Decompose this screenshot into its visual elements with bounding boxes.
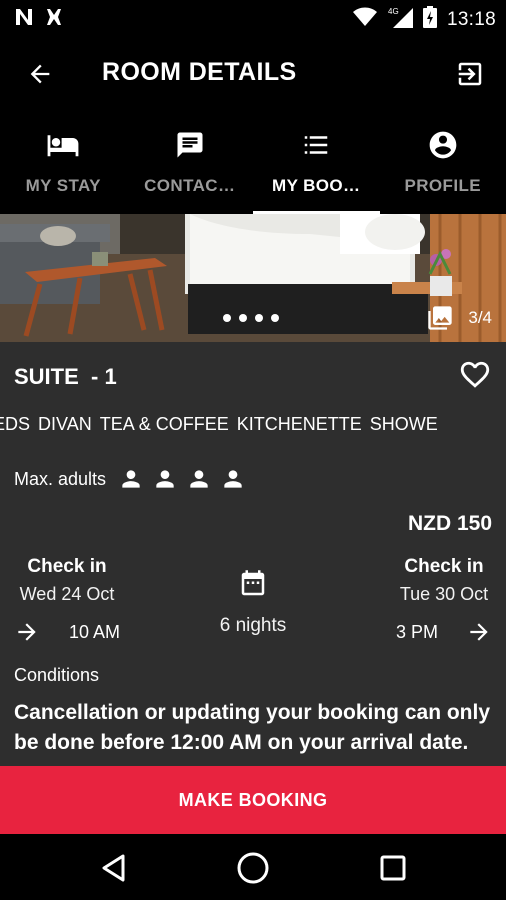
- conditions-text: Cancellation or updating your booking ca…: [14, 701, 491, 754]
- tab-contact[interactable]: CONTAC…: [127, 112, 254, 214]
- page-dot: [223, 314, 231, 322]
- room-price: NZD 150: [407, 512, 492, 535]
- notification-n-icon: [14, 7, 34, 32]
- arrow-forward-icon: [470, 623, 488, 641]
- list-icon: [305, 136, 328, 154]
- page-title: ROOM DETAILS: [102, 58, 297, 86]
- checkout-date: Tue 30 Oct: [399, 584, 489, 604]
- nav-recents-button[interactable]: [373, 850, 413, 886]
- notification-flag-icon: [44, 7, 64, 32]
- person-icon: [156, 470, 174, 488]
- room-photo-gallery[interactable]: 3/4: [0, 214, 506, 342]
- person-icon: [190, 470, 208, 488]
- checkin-block: Check in Wed 24 Oct 10 AM: [14, 556, 120, 645]
- chat-icon: [177, 132, 203, 158]
- page-dot: [255, 314, 263, 322]
- heart-outline-icon: [460, 361, 490, 388]
- exit-icon: [458, 62, 482, 86]
- checkout-title: Check in: [404, 556, 484, 577]
- bed-icon: [47, 135, 79, 157]
- wifi-icon: [352, 7, 377, 32]
- checkin-title: Check in: [27, 556, 107, 577]
- tab-label: MY STAY: [25, 176, 101, 195]
- person-icon: [122, 470, 140, 488]
- logout-button[interactable]: [452, 56, 488, 92]
- tab-profile[interactable]: PROFILE: [380, 112, 506, 214]
- tab-my-stay[interactable]: MY STAY: [0, 112, 127, 214]
- person-icon: [224, 470, 242, 488]
- gallery-pagination-dots: [223, 314, 279, 322]
- conditions-label: Conditions: [14, 665, 100, 685]
- amenity-tag: DIVAN: [38, 414, 92, 434]
- max-adults-row: Max. adults: [14, 466, 246, 492]
- checkin-time: 10 AM: [68, 621, 120, 642]
- system-nav-bar: [0, 834, 506, 900]
- battery-icon: [422, 6, 437, 33]
- nights-block: 6 nights: [203, 568, 303, 637]
- status-bar: 4G 13:18: [0, 0, 506, 36]
- square-recents-icon: [380, 855, 406, 881]
- amenity-tag: SHOWE: [369, 414, 438, 434]
- network-type: 4G: [388, 7, 399, 16]
- favorite-button[interactable]: [458, 360, 492, 397]
- cell-signal-icon: 4G: [387, 6, 413, 33]
- checkin-date: Wed 24 Oct: [19, 584, 115, 604]
- tab-label: CONTAC…: [144, 176, 236, 195]
- gallery-counter: 3/4: [468, 308, 492, 327]
- arrow-back-icon: [30, 64, 50, 84]
- nav-home-button[interactable]: [233, 850, 273, 886]
- nights-count: 6 nights: [219, 615, 287, 636]
- back-button[interactable]: [20, 56, 60, 92]
- checkout-block: Check in Tue 30 Oct 3 PM: [396, 556, 492, 645]
- amenity-tag: KITCHENETTE: [236, 414, 362, 434]
- make-booking-button[interactable]: MAKE BOOKING: [0, 766, 506, 834]
- calendar-icon: [241, 570, 265, 596]
- room-name: SUITE - 1: [14, 364, 117, 389]
- max-adults-label: Max. adults: [14, 468, 107, 489]
- arrow-forward-icon: [18, 623, 36, 641]
- circle-home-icon: [237, 852, 269, 884]
- photo-library-icon: [428, 306, 453, 330]
- nav-back-button[interactable]: [94, 850, 134, 886]
- tab-label: MY BOO…: [272, 176, 361, 195]
- page-dot: [239, 314, 247, 322]
- tab-my-bookings[interactable]: MY BOO…: [253, 112, 380, 214]
- account-icon: [429, 131, 457, 159]
- gallery-indicator: 3/4: [426, 304, 492, 332]
- triangle-back-icon: [102, 854, 125, 882]
- amenities-strip[interactable]: E BEDS DIVAN TEA & COFFEE KITCHENETTE SH…: [0, 414, 506, 440]
- room-details-panel: SUITE - 1 E BEDS DIVAN TEA & COFFEE KITC…: [0, 342, 506, 766]
- amenity-tag: E BEDS: [0, 414, 31, 434]
- app-bar: ROOM DETAILS: [0, 36, 506, 112]
- clock: 13:18: [446, 8, 496, 30]
- amenity-tag: TEA & COFFEE: [99, 414, 229, 434]
- checkout-time: 3 PM: [396, 621, 439, 642]
- tab-label: PROFILE: [404, 176, 481, 195]
- page-dot: [271, 314, 279, 322]
- tab-bar: MY STAY CONTAC… MY BOO… PROFILE: [0, 112, 506, 214]
